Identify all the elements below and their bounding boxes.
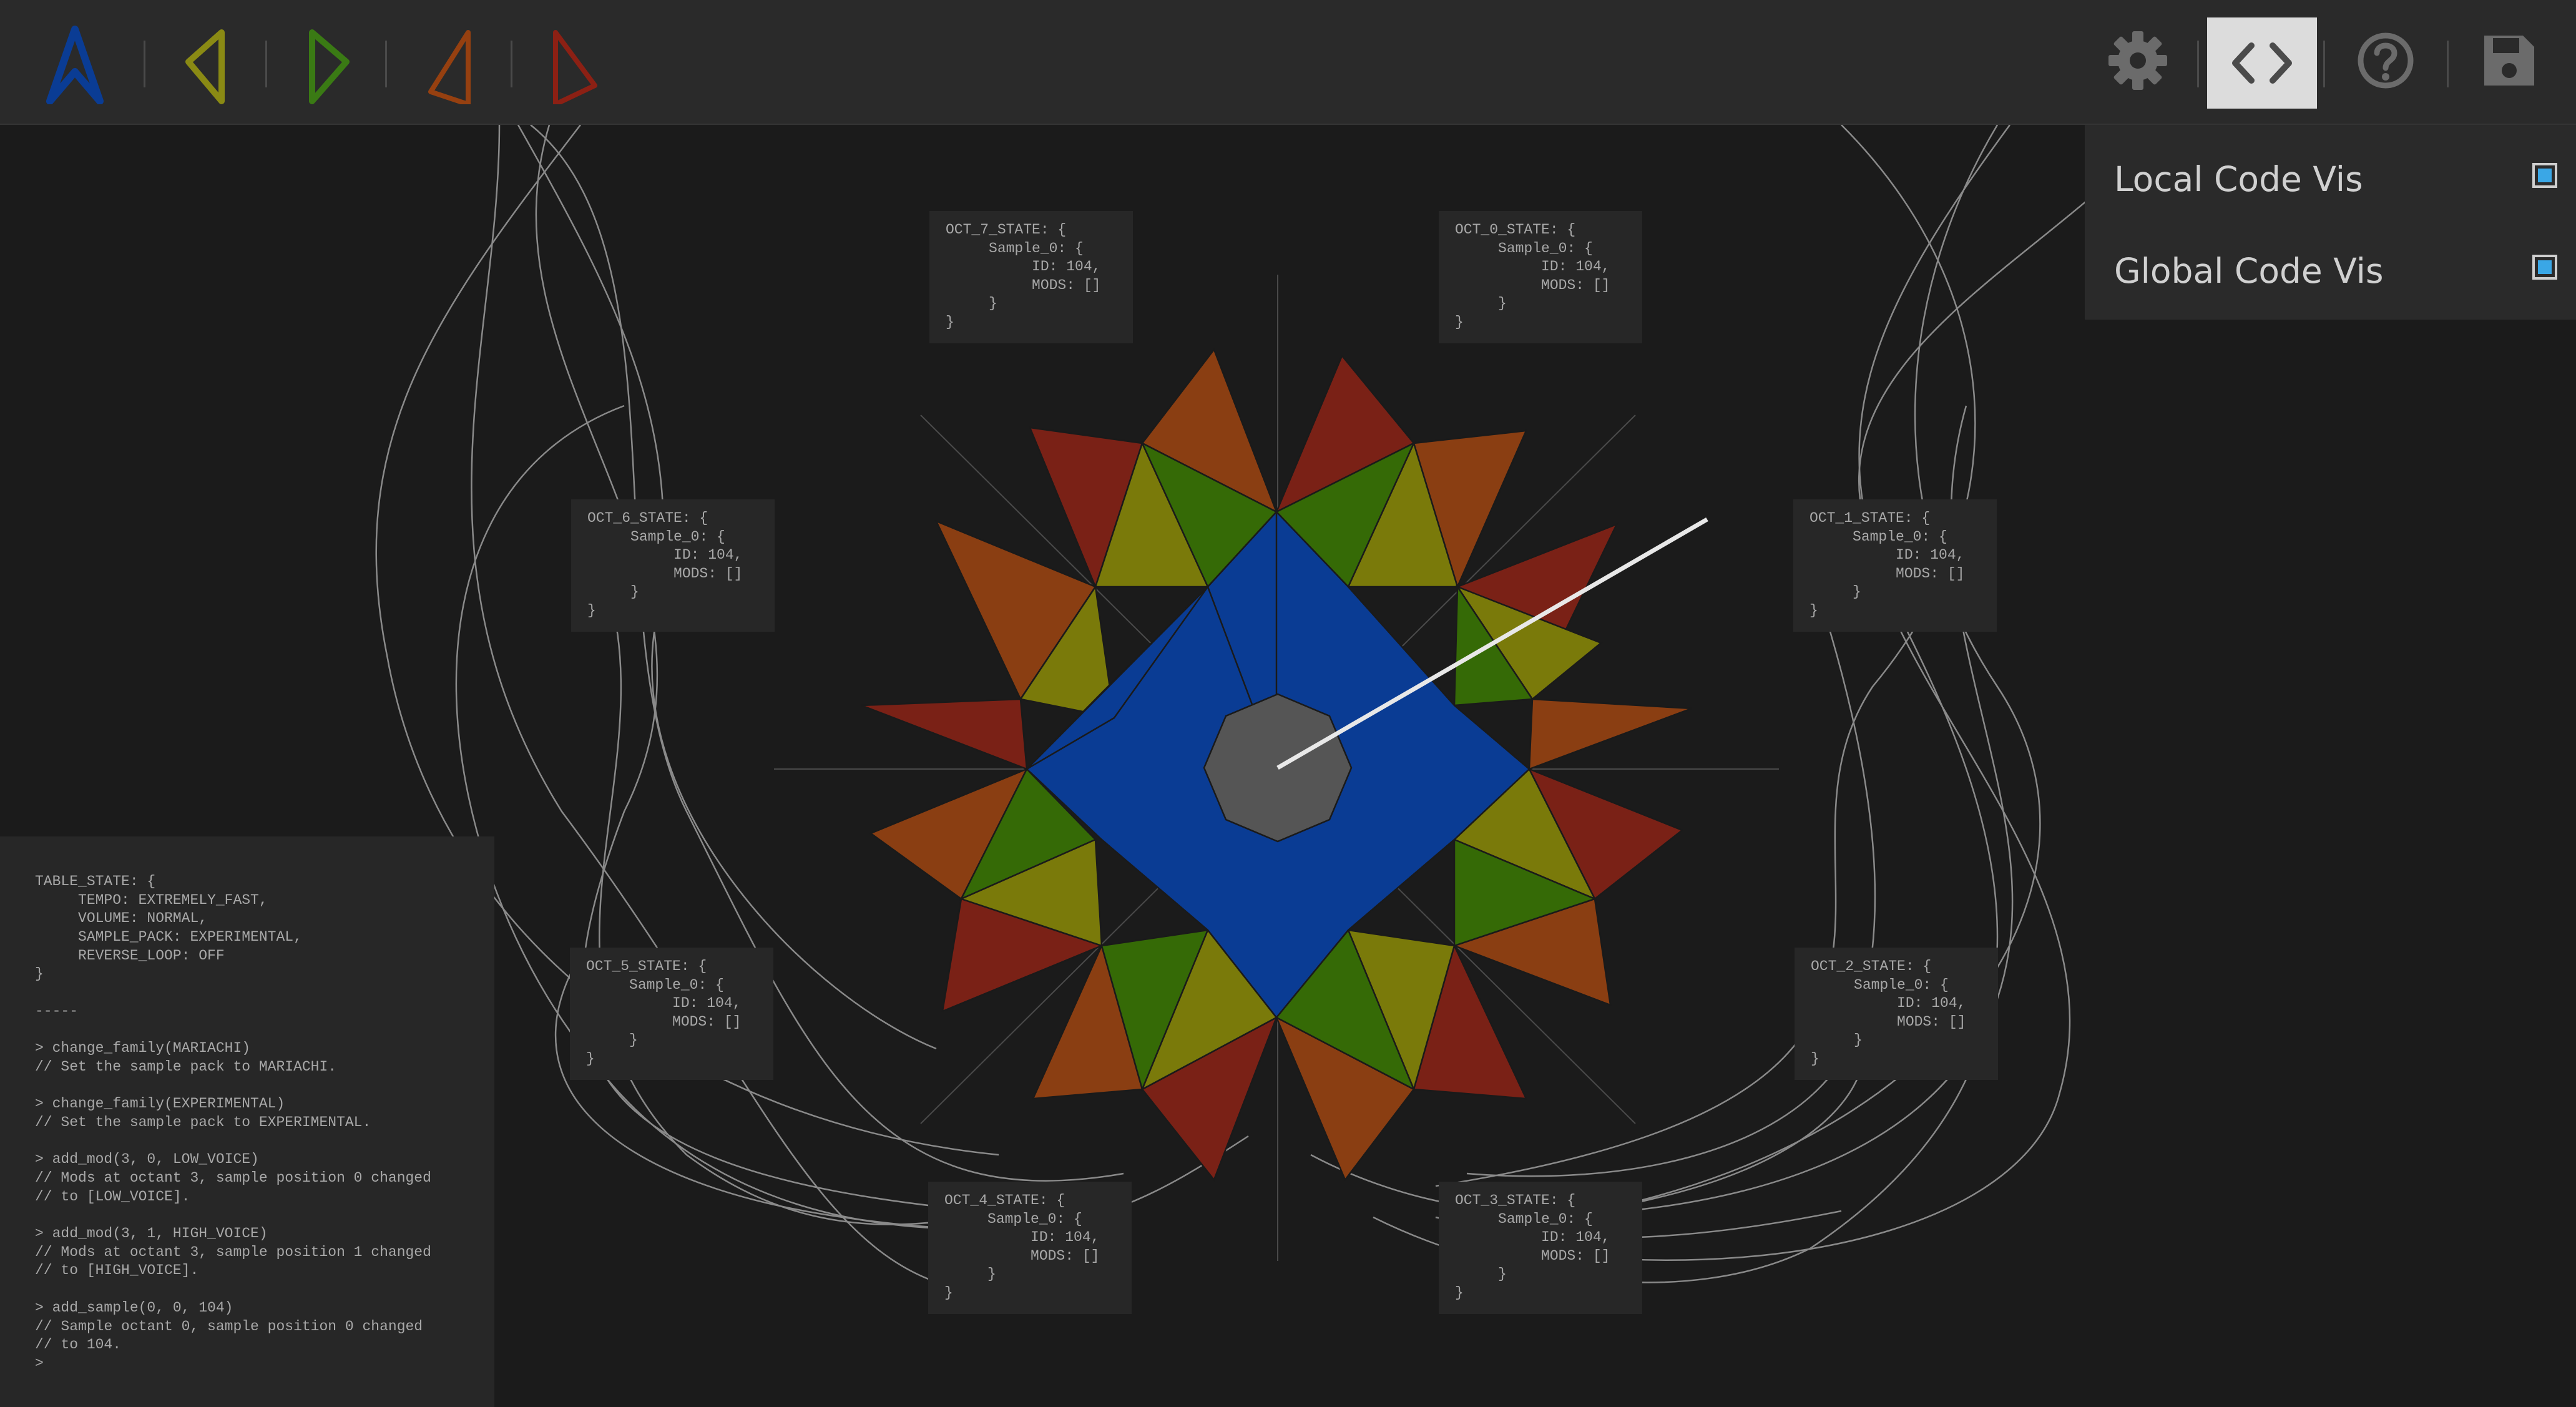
console-lines: TABLE_STATE: { TEMPO: EXTREMELY_FAST, VO…	[35, 873, 494, 1373]
console-line: // Mods at octant 3, sample position 0 c…	[35, 1170, 431, 1186]
console-line: TABLE_STATE: {	[35, 873, 156, 890]
toolbar-separator	[2197, 41, 2199, 87]
code-console[interactable]: TABLE_STATE: { TEMPO: EXTREMELY_FAST, VO…	[0, 836, 494, 1407]
console-line: // to [HIGH_VOICE].	[35, 1262, 199, 1279]
console-line: >	[35, 1355, 44, 1371]
octant-2-state: OCT_2_STATE: { Sample_0: { ID: 104, MODS…	[1795, 948, 1998, 1080]
code-view-button[interactable]	[2207, 17, 2317, 109]
console-line: VOLUME: NORMAL,	[35, 910, 208, 927]
instrument-blue-button[interactable]	[28, 14, 122, 107]
local-code-vis-checkbox[interactable]	[2532, 163, 2557, 188]
console-line: > add_mod(3, 1, HIGH_VOICE)	[35, 1225, 268, 1242]
console-line: > add_sample(0, 0, 104)	[35, 1299, 233, 1316]
instrument-yellow-button[interactable]	[159, 14, 253, 107]
global-code-vis-label: Global Code Vis	[2114, 251, 2384, 291]
toolbar	[0, 0, 2576, 125]
console-line: TEMPO: EXTREMELY_FAST,	[35, 891, 268, 908]
instrument-green-icon	[309, 29, 350, 104]
console-line: > add_mod(3, 0, LOW_VOICE)	[35, 1151, 259, 1168]
settings-button[interactable]	[2091, 14, 2185, 107]
console-line: // Mods at octant 3, sample position 1 c…	[35, 1243, 431, 1260]
toolbar-separator	[2323, 41, 2325, 87]
console-line: // Sample octant 0, sample position 0 ch…	[35, 1318, 423, 1335]
local-code-vis-option[interactable]: Local Code Vis	[2114, 153, 2557, 203]
octant-3-state: OCT_3_STATE: { Sample_0: { ID: 104, MODS…	[1439, 1182, 1642, 1314]
global-code-vis-checkbox[interactable]	[2532, 255, 2557, 280]
toolbar-separator	[511, 41, 512, 87]
instrument-green-button[interactable]	[281, 14, 375, 107]
instrument-red-icon	[553, 30, 597, 104]
toolbar-separator	[265, 41, 267, 87]
instrument-red-button[interactable]	[526, 14, 620, 107]
octant-0-state: OCT_0_STATE: { Sample_0: { ID: 104, MODS…	[1439, 211, 1642, 343]
octant-1-state: OCT_1_STATE: { Sample_0: { ID: 104, MODS…	[1793, 499, 1997, 632]
octant-4-state: OCT_4_STATE: { Sample_0: { ID: 104, MODS…	[928, 1182, 1132, 1314]
code-brackets-icon	[2232, 42, 2292, 84]
checkbox-checked-mark	[2538, 169, 2552, 182]
save-button[interactable]	[2462, 14, 2556, 107]
local-code-vis-label: Local Code Vis	[2114, 159, 2363, 199]
console-line: }	[35, 966, 44, 983]
checkbox-checked-mark	[2538, 260, 2552, 274]
instrument-orange-button[interactable]	[399, 14, 493, 107]
instrument-orange-icon	[428, 30, 471, 104]
octant-5-state: OCT_5_STATE: { Sample_0: { ID: 104, MODS…	[570, 948, 773, 1080]
toolbar-separator	[385, 41, 387, 87]
console-line: > change_family(EXPERIMENTAL)	[35, 1096, 285, 1112]
code-visibility-menu: Local Code Vis Global Code Vis	[2085, 125, 2576, 320]
instrument-blue-icon	[46, 26, 104, 104]
console-line: > change_family(MARIACHI)	[35, 1040, 251, 1057]
toolbar-separator	[144, 41, 145, 87]
octant-7-state: OCT_7_STATE: { Sample_0: { ID: 104, MODS…	[929, 211, 1133, 343]
console-line: // Set the sample pack to MARIACHI.	[35, 1058, 337, 1075]
console-line: // to [LOW_VOICE].	[35, 1188, 190, 1205]
console-line: SAMPLE_PACK: EXPERIMENTAL,	[35, 929, 302, 946]
help-button[interactable]	[2339, 14, 2432, 107]
help-icon	[2358, 32, 2414, 89]
console-line: -----	[35, 1003, 79, 1019]
console-line: REVERSE_LOOP: OFF	[35, 947, 225, 964]
global-code-vis-option[interactable]: Global Code Vis	[2114, 245, 2557, 295]
console-line: // Set the sample pack to EXPERIMENTAL.	[35, 1114, 371, 1130]
octant-6-state: OCT_6_STATE: { Sample_0: { ID: 104, MODS…	[571, 499, 775, 632]
save-icon	[2484, 36, 2534, 86]
toolbar-separator	[2447, 41, 2449, 87]
console-line: // to 104.	[35, 1336, 122, 1353]
gear-icon	[2108, 31, 2167, 90]
instrument-yellow-icon	[185, 29, 225, 104]
